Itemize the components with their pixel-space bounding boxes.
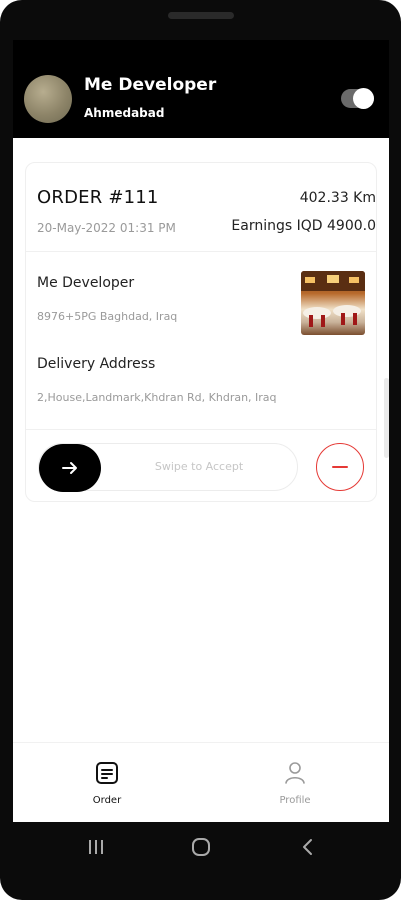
order-title: ORDER #111 [37, 187, 159, 208]
scroll-handle[interactable] [384, 378, 389, 458]
home-icon[interactable] [190, 836, 212, 858]
order-icon [93, 759, 121, 787]
earpiece-speaker [168, 12, 234, 19]
reject-order-button[interactable] [316, 443, 364, 491]
order-earnings: Earnings IQD 4900.0 [231, 218, 376, 234]
delivery-address: 2,House,Landmark,Khdran Rd, Khdran, Iraq [37, 391, 277, 404]
avatar[interactable] [24, 75, 72, 123]
tab-order-label: Order [92, 795, 122, 806]
store-image [301, 271, 365, 335]
store-name: Me Developer [37, 275, 135, 291]
store-address: 8976+5PG Baghdad, Iraq [37, 310, 178, 323]
order-distance: 402.33 Km [299, 190, 376, 206]
swipe-to-accept-slider[interactable]: Swipe to Accept [38, 443, 298, 492]
divider [26, 251, 376, 252]
profile-icon [281, 759, 309, 787]
order-card[interactable]: ORDER #111 402.33 Km 20-May-2022 01:31 P… [25, 162, 377, 502]
arrow-right-icon [62, 462, 77, 474]
back-icon[interactable] [298, 837, 318, 857]
bottom-navigation: Order Profile [13, 742, 389, 822]
user-city: Ahmedabad [84, 106, 165, 120]
tab-order[interactable]: Order [13, 743, 201, 822]
user-name: Me Developer [84, 75, 217, 95]
delivery-address-label: Delivery Address [37, 356, 156, 372]
swipe-handle[interactable] [39, 444, 101, 492]
tab-profile-label: Profile [279, 795, 311, 806]
order-list: ORDER #111 402.33 Km 20-May-2022 01:31 P… [13, 138, 389, 742]
app-screen: Me Developer Ahmedabad ORDER #111 402.33… [13, 40, 389, 822]
app-header: Me Developer Ahmedabad [13, 40, 389, 138]
online-toggle[interactable] [341, 88, 374, 109]
divider [26, 429, 376, 430]
minus-icon [332, 466, 348, 468]
system-navigation-bar [0, 822, 401, 872]
tab-profile[interactable]: Profile [201, 743, 389, 822]
phone-frame: Me Developer Ahmedabad ORDER #111 402.33… [0, 0, 401, 900]
toggle-knob [353, 88, 374, 109]
order-datetime: 20-May-2022 01:31 PM [37, 221, 176, 235]
swipe-label: Swipe to Accept [154, 460, 244, 473]
recent-apps-icon[interactable] [86, 837, 106, 857]
